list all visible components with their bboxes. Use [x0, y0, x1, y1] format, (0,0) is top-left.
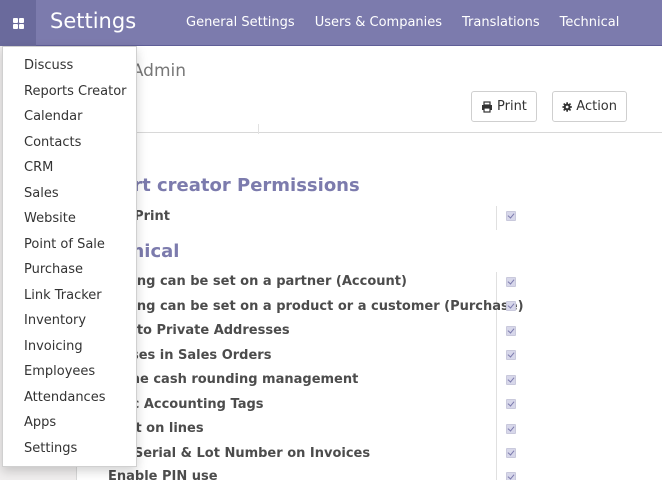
- setting-label: Enable PIN use: [108, 469, 218, 480]
- menu-technical[interactable]: Technical: [550, 0, 630, 46]
- setting-checkbox[interactable]: [506, 211, 516, 221]
- divider: [258, 124, 259, 134]
- menu-translations[interactable]: Translations: [452, 0, 550, 46]
- app-item-contacts[interactable]: Contacts: [3, 130, 136, 156]
- print-icon: [482, 100, 492, 113]
- setting-checkbox[interactable]: [506, 326, 516, 336]
- print-button[interactable]: Print: [471, 91, 537, 122]
- top-navbar: Settings General Settings Users & Compan…: [0, 0, 662, 46]
- settings-sheet: port creator Permissions ort Print chnic…: [77, 134, 662, 480]
- app-item-employees[interactable]: Employees: [3, 359, 136, 385]
- setting-label: w the cash rounding management: [108, 372, 359, 387]
- app-item-crm[interactable]: CRM: [3, 155, 136, 181]
- app-title: Settings: [50, 9, 137, 33]
- setting-checkbox[interactable]: [506, 301, 516, 311]
- setting-label: lay Serial & Lot Number on Invoices: [108, 446, 371, 461]
- app-item-settings[interactable]: Settings: [3, 436, 136, 462]
- app-item-discuss[interactable]: Discuss: [3, 53, 136, 79]
- action-button[interactable]: Action: [552, 91, 627, 122]
- app-item-attendances[interactable]: Attendances: [3, 385, 136, 411]
- setting-checkbox[interactable]: [506, 350, 516, 360]
- app-item-reports-creator[interactable]: Reports Creator: [3, 79, 136, 105]
- setting-checkbox[interactable]: [506, 448, 516, 458]
- app-item-point-of-sale[interactable]: Point of Sale: [3, 232, 136, 258]
- app-item-inventory[interactable]: Inventory: [3, 308, 136, 334]
- top-menu: General Settings Users & Companies Trans…: [176, 0, 629, 46]
- gear-icon: [562, 101, 572, 112]
- setting-checkbox[interactable]: [506, 277, 516, 287]
- app-item-apps[interactable]: Apps: [3, 410, 136, 436]
- app-item-link-tracker[interactable]: Link Tracker: [3, 283, 136, 309]
- setting-checkbox[interactable]: [506, 472, 516, 480]
- row-divider: [496, 206, 497, 230]
- app-item-purchase[interactable]: Purchase: [3, 257, 136, 283]
- setting-checkbox[interactable]: [506, 424, 516, 434]
- app-item-invoicing[interactable]: Invoicing: [3, 334, 136, 360]
- setting-checkbox[interactable]: [506, 399, 516, 409]
- app-item-calendar[interactable]: Calendar: [3, 104, 136, 130]
- setting-label: arning can be set on a product or a cust…: [108, 299, 524, 314]
- control-panel: ll Admin Print Action: [77, 46, 662, 134]
- menu-users-companies[interactable]: Users & Companies: [305, 0, 452, 46]
- app-item-website[interactable]: Website: [3, 206, 136, 232]
- apps-menu-button[interactable]: [0, 0, 36, 46]
- app-item-sales[interactable]: Sales: [3, 181, 136, 207]
- apps-dropdown: Discuss Reports Creator Calendar Contact…: [2, 46, 137, 467]
- group-title: port creator Permissions: [108, 175, 360, 196]
- action-label: Action: [576, 99, 617, 114]
- menu-general-settings[interactable]: General Settings: [176, 0, 305, 46]
- setting-checkbox[interactable]: [506, 375, 516, 385]
- apps-grid-icon: [12, 17, 24, 29]
- setting-label: arning can be set on a partner (Account): [108, 274, 407, 289]
- print-label: Print: [497, 99, 527, 114]
